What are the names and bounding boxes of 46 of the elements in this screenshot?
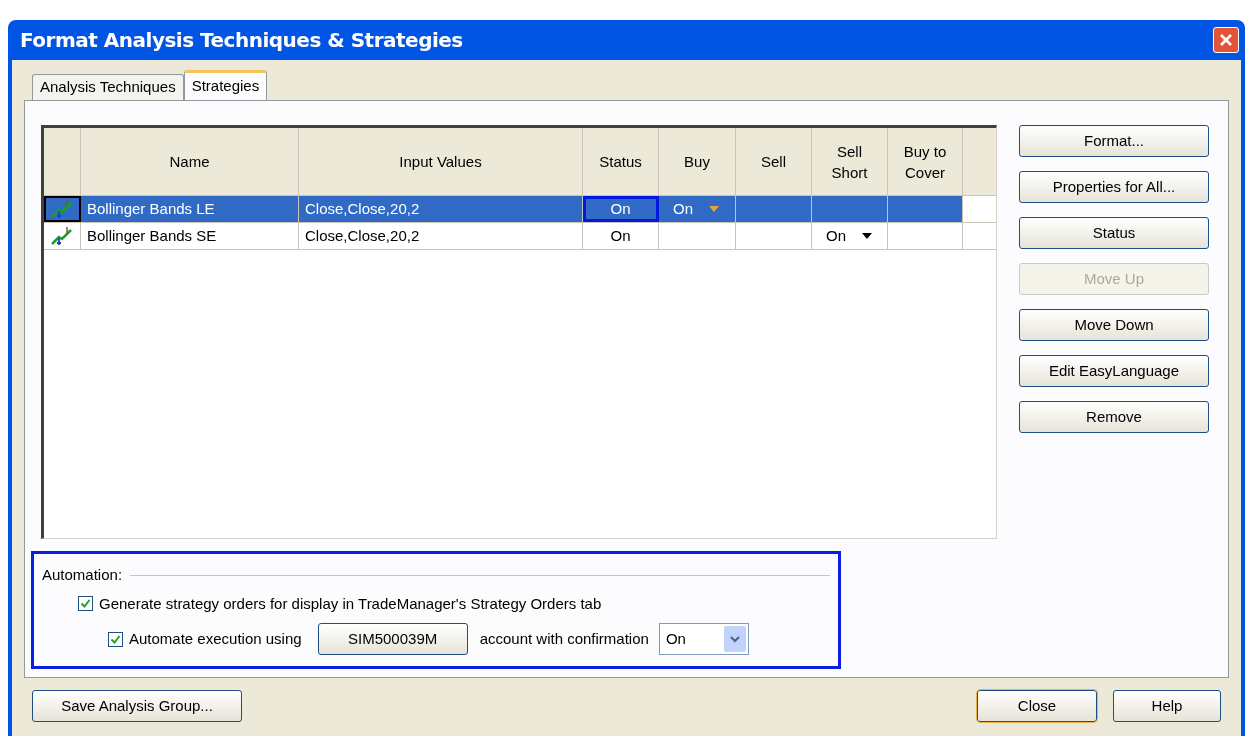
table-cell-text: On — [610, 225, 631, 246]
side-button[interactable]: Properties for All... — [1019, 171, 1209, 203]
column-header[interactable]: Buy — [684, 151, 710, 172]
column-header[interactable]: Input Values — [399, 151, 482, 172]
checkbox[interactable] — [78, 596, 93, 612]
window-title: Format Analysis Techniques & Strategies — [20, 27, 463, 54]
table-row[interactable]: Bollinger Bands LE Close,Close,20,2 On On — [44, 196, 996, 223]
table-cell-text: On — [673, 198, 693, 219]
table-cell-text: Bollinger Bands SE — [86, 225, 218, 246]
chart-line-icon — [50, 226, 74, 246]
column-header[interactable]: Buy to Cover — [903, 140, 947, 183]
tab[interactable]: Strategies — [183, 70, 268, 100]
table-cell-text: On — [826, 225, 846, 246]
checkmark-icon — [110, 633, 121, 645]
tab[interactable]: Analysis Techniques — [32, 74, 184, 100]
side-button[interactable]: Edit EasyLanguage — [1019, 355, 1209, 387]
dropdown-caret-icon[interactable] — [862, 233, 872, 239]
column-header[interactable]: Name — [169, 151, 210, 172]
side-button[interactable]: Status — [1019, 217, 1209, 249]
help-button[interactable]: Help — [1113, 690, 1221, 722]
side-button[interactable]: Format... — [1019, 125, 1209, 157]
status-cell[interactable]: On — [583, 196, 659, 222]
column-header[interactable]: Sell — [761, 151, 786, 172]
table-cell-text: Close,Close,20,2 — [304, 225, 421, 246]
column-header[interactable]: Status — [599, 151, 642, 172]
checkbox-label: Automate execution using — [129, 628, 302, 649]
table-cell-text: Bollinger Bands LE — [86, 198, 216, 219]
account-button[interactable]: SIM500039M — [317, 623, 468, 655]
save-group-button[interactable]: Save Analysis Group... — [32, 690, 242, 722]
side-button[interactable]: Remove — [1019, 401, 1209, 433]
chevron-down-icon — [729, 635, 740, 643]
group-label: Automation: — [42, 565, 123, 585]
checkbox-label: Generate strategy orders for display in TradeManager's Strategy Orders tab — [99, 593, 602, 614]
checkbox[interactable] — [108, 631, 123, 647]
side-button[interactable]: Move Down — [1019, 309, 1209, 341]
table-cell-text: On — [610, 198, 631, 219]
close-icon — [1219, 33, 1233, 47]
checkmark-icon — [80, 598, 91, 610]
column-header[interactable]: Sell Short — [831, 140, 868, 183]
close-dialog-button[interactable]: Close — [977, 690, 1097, 722]
table-cell-text: Close,Close,20,2 — [304, 198, 421, 219]
confirmation-dropdown[interactable]: On — [658, 623, 749, 655]
chart-line-icon — [50, 199, 74, 219]
confirmation-label: account with confirmation — [479, 628, 649, 649]
close-button[interactable] — [1213, 27, 1239, 53]
table-row[interactable]: Bollinger Bands SE Close,Close,20,2 On On — [44, 223, 996, 250]
